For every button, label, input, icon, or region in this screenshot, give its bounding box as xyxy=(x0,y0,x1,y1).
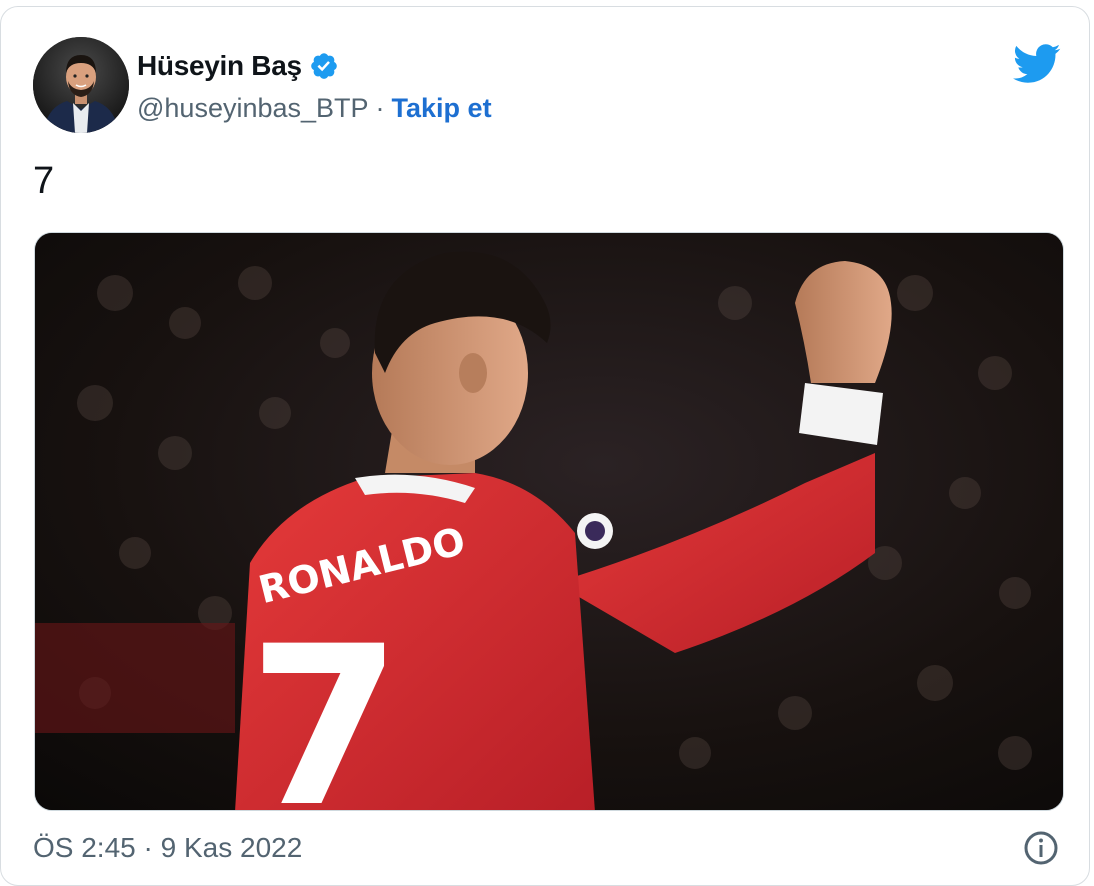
info-icon[interactable] xyxy=(1023,830,1059,866)
author-name-row: Hüseyin Baş xyxy=(137,48,339,84)
author-name[interactable]: Hüseyin Baş xyxy=(137,50,302,82)
follow-button[interactable]: Takip et xyxy=(392,93,492,124)
author-handle[interactable]: @huseyinbas_BTP xyxy=(137,93,369,124)
avatar-image xyxy=(33,37,129,133)
tweet-timestamp[interactable]: ÖS 2:45 · 9 Kas 2022 xyxy=(33,830,302,866)
tweet-text: 7 xyxy=(33,160,55,202)
tweet-media[interactable]: RONALDO 7 xyxy=(34,232,1064,811)
avatar[interactable] xyxy=(33,37,129,133)
handle-row: @huseyinbas_BTP · Takip et xyxy=(137,91,492,125)
verified-badge-icon xyxy=(310,53,337,79)
tweet-card[interactable]: Hüseyin Baş @huseyinbas_BTP · Takip et 7 xyxy=(0,6,1090,886)
jersey-number: 7 xyxy=(248,599,401,811)
separator-dot: · xyxy=(375,92,385,123)
twitter-bird-icon[interactable] xyxy=(1013,43,1061,85)
tweet-photo: RONALDO 7 xyxy=(35,233,1063,811)
